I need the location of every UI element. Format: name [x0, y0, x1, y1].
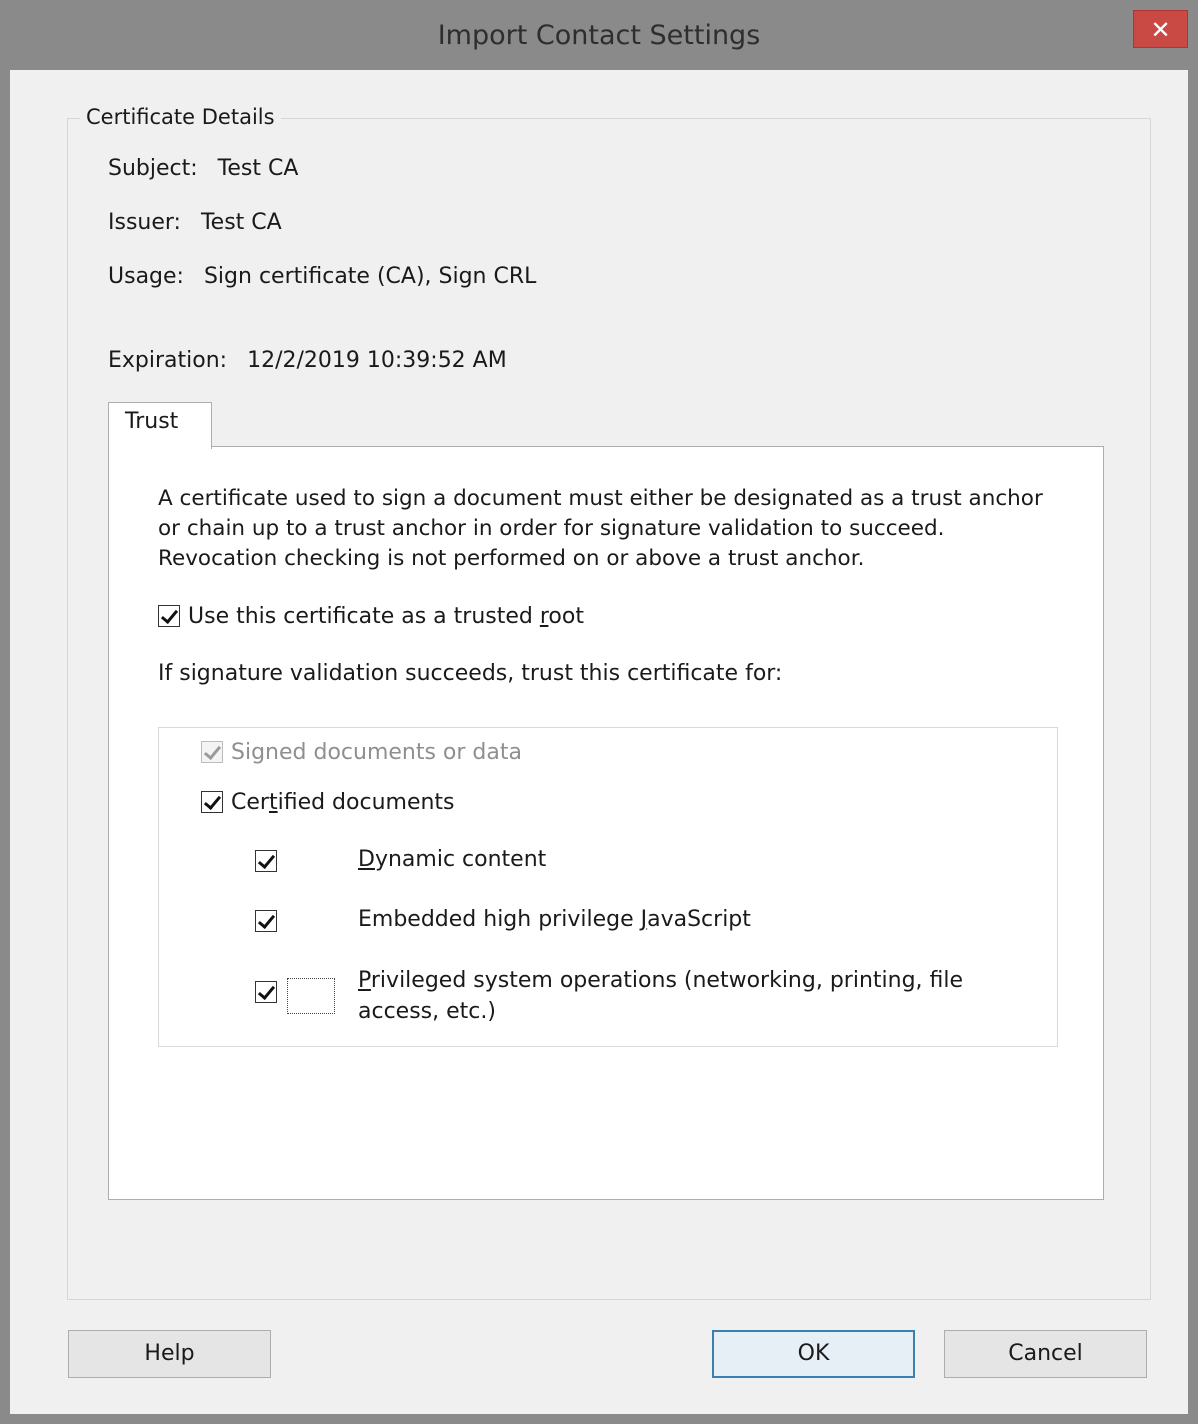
certified-documents-label: Certified documents	[231, 789, 455, 815]
ok-button[interactable]: OK	[712, 1330, 915, 1378]
help-button[interactable]: Help	[68, 1330, 271, 1378]
window-title: Import Contact Settings	[437, 20, 761, 51]
focus-rectangle	[287, 978, 335, 1014]
embedded-javascript-checkbox[interactable]	[255, 910, 277, 932]
signed-documents-option: Signed documents or data	[201, 739, 522, 765]
dynamic-content-checkbox[interactable]	[255, 850, 277, 872]
use-as-root-option[interactable]: Use this certificate as a trusted root	[158, 603, 584, 629]
issuer-value: Test CA	[200, 210, 282, 235]
privileged-operations-label: Privileged system operations (networking…	[358, 968, 964, 1024]
issuer-row: Issuer: Test CA	[108, 210, 282, 235]
dialog-client-area: Certificate Details Subject: Test CA Issu…	[10, 70, 1188, 1414]
usage-label: Usage:	[108, 264, 184, 289]
certified-documents-checkbox[interactable]	[201, 791, 223, 813]
close-icon: ✕	[1150, 16, 1171, 44]
trust-tab-panel: A certificate used to sign a document mu…	[108, 446, 1104, 1200]
subject-row: Subject: Test CA	[108, 156, 298, 181]
trust-for-label: If signature validation succeeds, trust …	[158, 661, 783, 686]
trust-description: A certificate used to sign a document mu…	[158, 486, 1043, 571]
title-bar[interactable]: Import Contact Settings ✕	[0, 0, 1198, 72]
subject-label: Subject:	[108, 156, 198, 181]
group-title: Certificate Details	[80, 105, 281, 129]
certified-documents-option[interactable]: Certified documents	[201, 789, 455, 815]
usage-value: Sign certificate (CA), Sign CRL	[203, 264, 537, 289]
expiration-value: 12/2/2019 10:39:52 AM	[247, 348, 507, 373]
embedded-javascript-label: Embedded high privilege JavaScript	[358, 907, 751, 932]
usage-row: Usage: Sign certificate (CA), Sign CRL	[108, 264, 536, 289]
use-as-root-checkbox[interactable]	[158, 605, 180, 627]
issuer-label: Issuer:	[108, 210, 181, 235]
dynamic-content-label: Dynamic content	[358, 847, 547, 872]
dialog-window: Import Contact Settings ✕ Certificate De…	[0, 0, 1198, 1424]
expiration-label: Expiration:	[108, 348, 228, 373]
close-button[interactable]: ✕	[1133, 10, 1188, 48]
use-as-root-label: Use this certificate as a trusted root	[188, 603, 584, 629]
signed-documents-label: Signed documents or data	[231, 739, 522, 765]
subject-value: Test CA	[217, 156, 299, 181]
cancel-button[interactable]: Cancel	[944, 1330, 1147, 1378]
privileged-operations-checkbox[interactable]	[255, 981, 277, 1003]
tab-trust[interactable]: Trust	[108, 402, 212, 449]
signed-documents-checkbox	[201, 741, 223, 763]
expiration-row: Expiration: 12/2/2019 10:39:52 AM	[108, 348, 507, 373]
